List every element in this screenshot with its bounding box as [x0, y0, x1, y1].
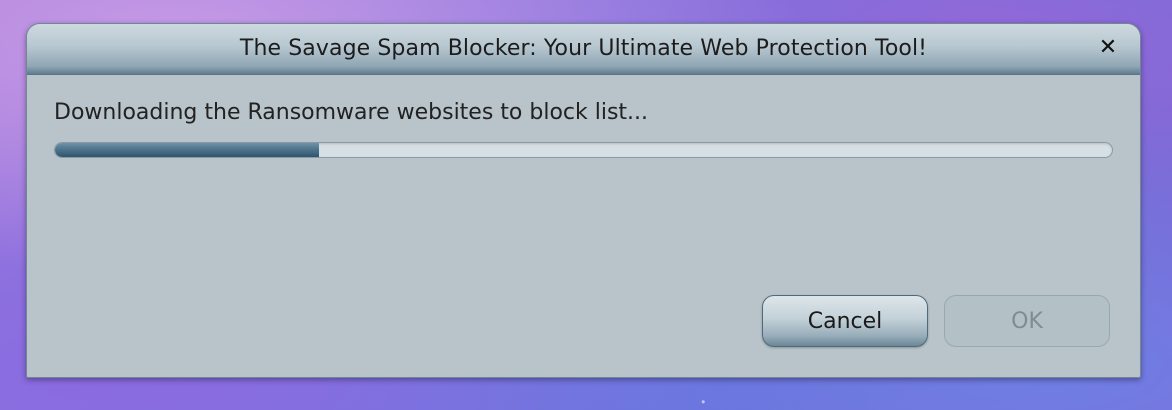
title-bar[interactable]: The Savage Spam Blocker: Your Ultimate W… [27, 24, 1140, 75]
progress-bar-fill [55, 143, 320, 157]
status-message: Downloading the Ransomware websites to b… [54, 100, 649, 125]
dialog-window: The Savage Spam Blocker: Your Ultimate W… [26, 23, 1141, 378]
progress-bar [54, 142, 1113, 158]
cancel-button[interactable]: Cancel [762, 295, 928, 347]
close-icon[interactable]: ✕ [1096, 36, 1120, 60]
ok-button[interactable]: OK [944, 295, 1110, 347]
dialog-title: The Savage Spam Blocker: Your Ultimate W… [239, 36, 928, 61]
